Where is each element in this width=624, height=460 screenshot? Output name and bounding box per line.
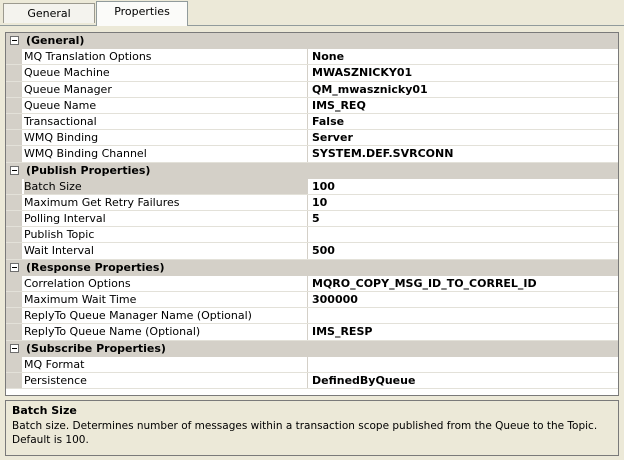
collapse-icon[interactable] xyxy=(10,343,19,353)
property-value[interactable]: IMS_RESP xyxy=(310,324,618,339)
property-name: WMQ Binding xyxy=(24,130,308,146)
description-text: Batch size. Determines number of message… xyxy=(12,420,598,446)
property-row[interactable]: Correlation Options MQRO_COPY_MSG_ID_TO_C… xyxy=(6,275,618,292)
property-name: Maximum Get Retry Failures xyxy=(24,194,308,211)
description-title: Batch Size xyxy=(12,404,77,417)
property-name: Polling Interval xyxy=(24,211,308,227)
property-value[interactable]: Server xyxy=(310,130,618,145)
property-name: MQ Format xyxy=(24,356,308,372)
property-row[interactable]: Queue Manager QM_mwasznicky01 xyxy=(6,81,618,98)
property-name: ReplyTo Queue Name (Optional) xyxy=(24,324,308,340)
property-row[interactable]: Queue Machine MWASZNICKY01 xyxy=(6,65,618,82)
property-value[interactable]: False xyxy=(310,114,618,129)
tab-divider xyxy=(0,25,624,26)
property-name: Wait Interval xyxy=(24,243,308,259)
property-row[interactable]: WMQ Binding Channel SYSTEM.DEF.SVRCONN xyxy=(6,146,618,163)
property-value[interactable]: None xyxy=(310,49,618,64)
property-name: Transactional xyxy=(24,113,308,130)
tab-strip: General Properties xyxy=(0,0,624,27)
property-value[interactable]: 500 xyxy=(310,243,618,258)
property-value[interactable]: QM_mwasznicky01 xyxy=(310,82,618,97)
category-general[interactable]: (General) xyxy=(6,33,618,50)
property-row[interactable]: Queue Name IMS_REQ xyxy=(6,97,618,114)
property-value[interactable]: 100 xyxy=(310,179,618,194)
property-name: Publish Topic xyxy=(24,227,308,243)
property-row[interactable]: Transactional False xyxy=(6,113,618,131)
property-name: Correlation Options xyxy=(24,275,308,291)
category-label: (Publish Properties) xyxy=(26,163,151,177)
tab-properties[interactable]: Properties xyxy=(96,1,188,26)
property-row[interactable]: MQ Format xyxy=(6,356,618,373)
property-value[interactable] xyxy=(310,357,618,372)
property-value[interactable]: SYSTEM.DEF.SVRCONN xyxy=(310,146,618,161)
property-row[interactable]: Maximum Wait Time 300000 xyxy=(6,292,618,309)
property-name: WMQ Binding Channel xyxy=(24,146,308,162)
tab-general[interactable]: General xyxy=(3,3,95,23)
property-row[interactable]: Wait Interval 500 xyxy=(6,243,618,260)
property-name: ReplyTo Queue Manager Name (Optional) xyxy=(24,308,308,324)
description-panel: Batch Size Batch size. Determines number… xyxy=(5,400,619,456)
category-response-properties[interactable]: (Response Properties) xyxy=(6,259,618,276)
property-value[interactable]: MQRO_COPY_MSG_ID_TO_CORREL_ID xyxy=(310,276,618,291)
property-row[interactable]: Persistence DefinedByQueue xyxy=(6,372,618,390)
property-name: MQ Translation Options xyxy=(24,49,308,65)
property-row[interactable]: ReplyTo Queue Name (Optional) IMS_RESP xyxy=(6,324,618,341)
category-subscribe-properties[interactable]: (Subscribe Properties) xyxy=(6,340,618,357)
property-name: Maximum Wait Time xyxy=(24,292,308,308)
property-value[interactable]: IMS_REQ xyxy=(310,98,618,113)
collapse-icon[interactable] xyxy=(10,36,19,45)
property-row[interactable]: Publish Topic xyxy=(6,227,618,244)
collapse-icon[interactable] xyxy=(10,165,19,175)
property-name: Batch Size xyxy=(24,178,308,194)
property-row[interactable]: MQ Translation Options None xyxy=(6,49,618,66)
property-row-selected[interactable]: Batch Size 100 xyxy=(6,178,618,195)
property-name: Queue Name xyxy=(24,97,308,113)
property-value[interactable]: 5 xyxy=(310,211,618,226)
property-value[interactable]: 300000 xyxy=(310,292,618,307)
property-value[interactable] xyxy=(310,308,618,323)
property-name: Queue Manager xyxy=(24,81,308,97)
category-label: (General) xyxy=(26,34,85,47)
category-publish-properties[interactable]: (Publish Properties) xyxy=(6,162,618,179)
collapse-icon[interactable] xyxy=(10,262,19,272)
property-value[interactable] xyxy=(310,227,618,242)
property-value[interactable]: DefinedByQueue xyxy=(310,373,618,388)
category-label: (Response Properties) xyxy=(26,260,165,274)
property-row[interactable]: ReplyTo Queue Manager Name (Optional) xyxy=(6,308,618,325)
property-row[interactable]: Polling Interval 5 xyxy=(6,211,618,228)
property-row[interactable]: WMQ Binding Server xyxy=(6,130,618,147)
property-value[interactable]: 10 xyxy=(310,195,618,210)
category-label: (Subscribe Properties) xyxy=(26,341,166,355)
property-grid: (General) MQ Translation Options None Que… xyxy=(5,32,619,396)
property-name: Persistence xyxy=(24,372,308,389)
property-value[interactable]: MWASZNICKY01 xyxy=(310,65,618,80)
property-row[interactable]: Maximum Get Retry Failures 10 xyxy=(6,194,618,212)
property-name: Queue Machine xyxy=(24,65,308,81)
